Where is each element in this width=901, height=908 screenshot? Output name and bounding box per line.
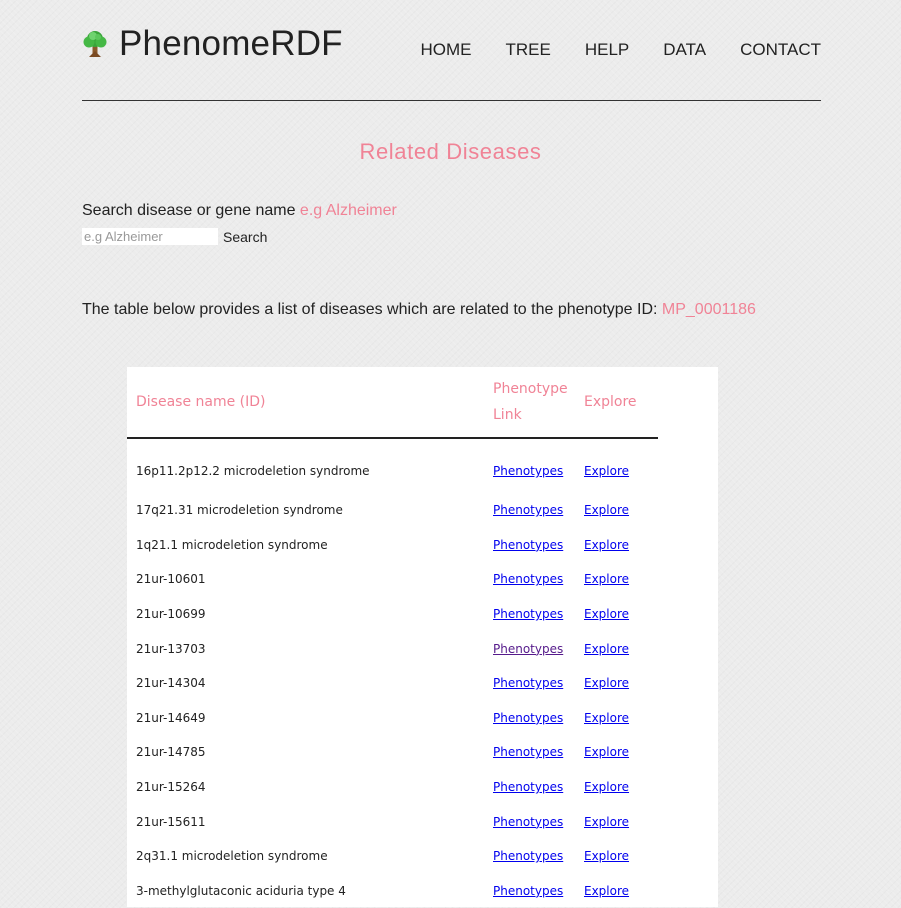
- nav-home[interactable]: HOME: [421, 40, 472, 60]
- nav-contact[interactable]: CONTACT: [740, 40, 821, 60]
- tree-icon: [83, 31, 107, 57]
- disease-name: 16p11.2p12.2 microdeletion syndrome: [136, 464, 370, 478]
- explore-link[interactable]: Explore: [584, 642, 629, 656]
- header-disease-name: Disease name (ID): [127, 367, 484, 439]
- search-example: e.g Alzheimer: [299, 202, 397, 219]
- table-row: 21ur-13703 Phenotypes Explore: [127, 631, 658, 666]
- phenotypes-link[interactable]: Phenotypes: [493, 815, 563, 829]
- explore-link[interactable]: Explore: [584, 745, 629, 759]
- disease-name: 2q31.1 microdeletion syndrome: [136, 849, 328, 864]
- explore-link[interactable]: Explore: [584, 676, 629, 690]
- disease-name: 21ur-13703: [136, 641, 206, 656]
- phenotype-id: MP_0001186: [661, 301, 756, 318]
- page-title: Related Diseases: [359, 139, 542, 164]
- table-row: 21ur-14304 Phenotypes Explore: [127, 666, 658, 701]
- diseases-table: Disease name (ID) Phenotype Link Explore…: [127, 367, 658, 908]
- search-form: Search: [82, 228, 267, 245]
- phenotypes-link[interactable]: Phenotypes: [493, 711, 563, 725]
- disease-name: 21ur-10601: [136, 572, 206, 587]
- table-row: 21ur-15611 Phenotypes Explore: [127, 804, 658, 839]
- phenotypes-link[interactable]: Phenotypes: [493, 780, 563, 794]
- table-row: 21ur-14785 Phenotypes Explore: [127, 735, 658, 770]
- phenotypes-link[interactable]: Phenotypes: [493, 607, 563, 621]
- table-header-row: Disease name (ID) Phenotype Link Explore: [127, 367, 658, 439]
- disease-name: 21ur-15264: [136, 780, 206, 795]
- explore-link[interactable]: Explore: [584, 538, 629, 552]
- search-input[interactable]: [82, 228, 218, 245]
- site-logo[interactable]: PhenomeRDF: [82, 26, 343, 62]
- header-explore: Explore: [575, 367, 658, 439]
- phenotypes-link[interactable]: Phenotypes: [493, 572, 563, 586]
- phenotypes-link[interactable]: Phenotypes: [493, 642, 563, 656]
- phenotypes-link[interactable]: Phenotypes: [493, 676, 563, 690]
- explore-link[interactable]: Explore: [584, 780, 629, 794]
- nav-data[interactable]: DATA: [663, 40, 706, 60]
- table-row: 1q21.1 microdeletion syndrome Phenotypes…: [127, 528, 658, 563]
- explore-link[interactable]: Explore: [584, 572, 629, 586]
- main-nav: HOME TREE HELP DATA CONTACT: [387, 40, 822, 60]
- disease-name: 17q21.31 microdeletion syndrome: [136, 503, 343, 518]
- intro-description: The table below provides a list of disea…: [82, 301, 658, 318]
- phenotypes-link[interactable]: Phenotypes: [493, 464, 563, 478]
- intro-text: The table below provides a list of disea…: [82, 301, 756, 319]
- disease-name: 21ur-15611: [136, 814, 206, 829]
- explore-link[interactable]: Explore: [584, 815, 629, 829]
- disease-name: 21ur-10699: [136, 607, 206, 622]
- phenotypes-link[interactable]: Phenotypes: [493, 503, 563, 517]
- header-phenotype-link: Phenotype Link: [484, 367, 575, 439]
- header-divider: [82, 100, 821, 101]
- brand-title: PhenomeRDF: [119, 24, 343, 63]
- table-row: 21ur-10699 Phenotypes Explore: [127, 597, 658, 632]
- explore-link[interactable]: Explore: [584, 464, 629, 478]
- disease-name: 1q21.1 microdeletion syndrome: [136, 537, 328, 552]
- diseases-table-panel: Disease name (ID) Phenotype Link Explore…: [127, 367, 718, 907]
- table-row: 16p11.2p12.2 microdeletion syndrome Phen…: [127, 438, 658, 493]
- explore-link[interactable]: Explore: [584, 711, 629, 725]
- nav-tree[interactable]: TREE: [506, 40, 551, 60]
- explore-link[interactable]: Explore: [584, 503, 629, 517]
- search-label-text: Search disease or gene name: [82, 202, 296, 219]
- explore-link[interactable]: Explore: [584, 849, 629, 863]
- table-row: 21ur-10601 Phenotypes Explore: [127, 562, 658, 597]
- table-row: 21ur-14649 Phenotypes Explore: [127, 701, 658, 736]
- disease-name: 21ur-14785: [136, 745, 206, 760]
- table-row: 21ur-15264 Phenotypes Explore: [127, 770, 658, 805]
- explore-link[interactable]: Explore: [584, 607, 629, 621]
- phenotypes-link[interactable]: Phenotypes: [493, 849, 563, 863]
- disease-name: 21ur-14649: [136, 710, 206, 725]
- nav-help[interactable]: HELP: [585, 40, 629, 60]
- table-row: 2q31.1 microdeletion syndrome Phenotypes…: [127, 839, 658, 874]
- table-row: 17q21.31 microdeletion syndrome Phenotyp…: [127, 493, 658, 528]
- disease-name: 21ur-14304: [136, 676, 206, 691]
- search-label: Search disease or gene name e.g Alzheime…: [82, 202, 397, 220]
- phenotypes-link[interactable]: Phenotypes: [493, 538, 563, 552]
- phenotypes-link[interactable]: Phenotypes: [493, 745, 563, 759]
- search-button[interactable]: Search: [223, 229, 267, 245]
